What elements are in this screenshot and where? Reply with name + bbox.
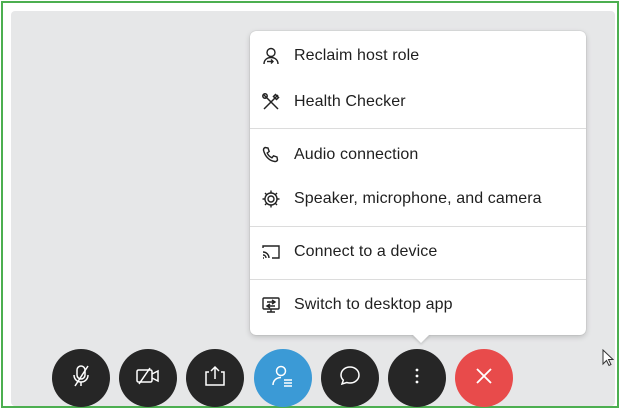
menu-item-label: Audio connection [294, 146, 419, 163]
menu-item-label: Reclaim host role [294, 47, 420, 64]
mic-muted-icon [70, 364, 92, 393]
menu-item-speaker-microphone-camera[interactable]: Speaker, microphone, and camera [250, 179, 586, 219]
menu-divider [250, 226, 586, 227]
cast-icon [260, 241, 282, 263]
share-button[interactable] [186, 349, 244, 407]
more-options-menu: Reclaim host role Health Checker Audio c… [250, 31, 586, 335]
participants-icon [271, 364, 295, 393]
menu-item-label: Health Checker [294, 93, 406, 110]
video-button[interactable] [119, 349, 177, 407]
phone-icon [260, 144, 282, 166]
gear-icon [260, 188, 282, 210]
menu-item-reclaim-host-role[interactable]: Reclaim host role [250, 36, 586, 76]
menu-item-label: Switch to desktop app [294, 296, 453, 313]
more-icon [414, 366, 420, 391]
share-icon [203, 365, 227, 392]
menu-item-switch-to-desktop-app[interactable]: Switch to desktop app [250, 285, 586, 325]
menu-item-connect-to-device[interactable]: Connect to a device [250, 232, 586, 272]
menu-divider [250, 128, 586, 129]
mute-button[interactable] [52, 349, 110, 407]
participants-button[interactable] [254, 349, 312, 407]
chat-icon [338, 364, 362, 393]
menu-divider [250, 279, 586, 280]
reclaim-host-icon [260, 45, 282, 67]
more-options-button[interactable] [388, 349, 446, 407]
video-off-icon [135, 365, 161, 392]
menu-item-label: Speaker, microphone, and camera [294, 190, 542, 207]
tools-icon [260, 91, 282, 113]
chat-button[interactable] [321, 349, 379, 407]
close-icon [474, 366, 494, 391]
desktop-app-icon [260, 294, 282, 316]
menu-item-health-checker[interactable]: Health Checker [250, 82, 586, 122]
menu-item-label: Connect to a device [294, 243, 438, 260]
leave-meeting-button[interactable] [455, 349, 513, 407]
mouse-pointer-icon [602, 348, 615, 372]
menu-item-audio-connection[interactable]: Audio connection [250, 135, 586, 175]
